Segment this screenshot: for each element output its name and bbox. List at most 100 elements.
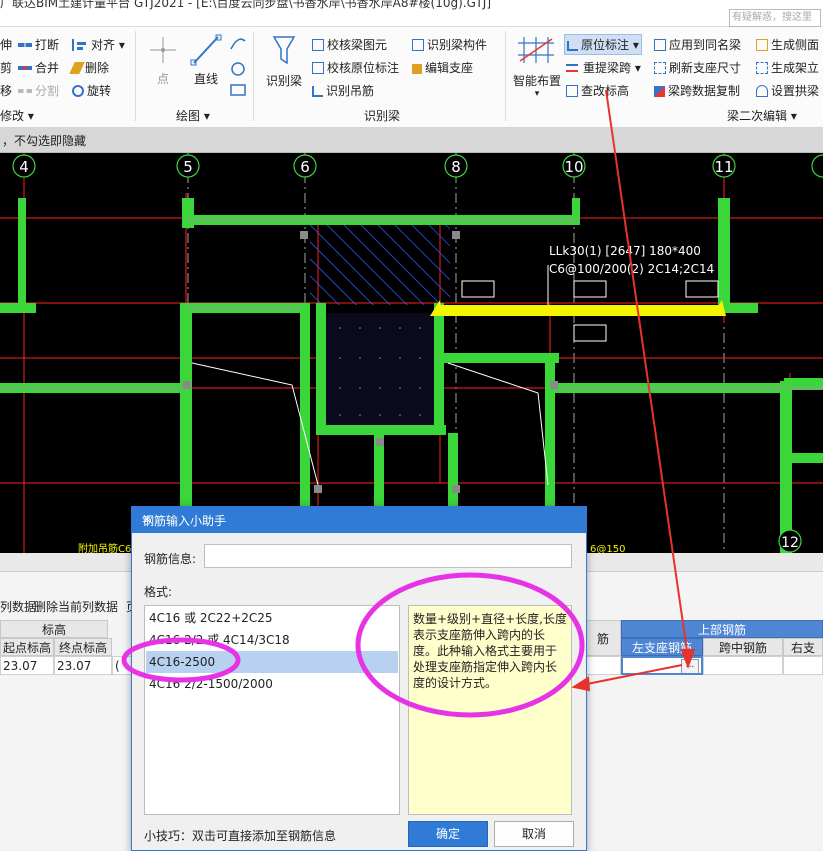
secondary-edit-group-label: 梁二次编辑 ▾ [727,109,797,123]
right-support-rebar-cell[interactable] [783,656,823,675]
origin-mark-icon [567,41,578,51]
info-bar-text: ，不勾选即隐藏 [2,134,87,148]
elevation-header: 标高 [0,620,108,638]
format-label: 格式: [144,585,173,599]
eraser-icon [69,62,85,74]
smart-layout-button[interactable]: 智能布置 ▾ [510,33,564,99]
origin-mark-button[interactable]: 原位标注 ▾ [564,34,642,55]
identify-beam-component-button[interactable]: 识别梁构件 [412,36,487,53]
copy-icon [654,86,665,97]
format-description: 数量+级别+直径+长度,长度表示支座筋伸入跨内的长度。此种输入格式主要用于处理支… [408,605,572,815]
component-icon [412,39,424,51]
set-arch-beam-button[interactable]: 设置拱梁 [756,82,819,99]
identify-group-label: 识别梁 [364,109,401,123]
format-list-item[interactable]: 4C16 2/2-1500/2000 [146,673,398,695]
left-support-rebar-cell[interactable]: ... [621,656,703,675]
draw-group-label: 绘图 ▾ [176,109,210,123]
rebar-header: 筋 [585,620,621,656]
axis-label: 5 [183,158,193,176]
axis-label: 4 [19,158,29,176]
end-elevation-header: 终点标高 [54,638,112,656]
axis-label: 11 [714,158,733,176]
cad-drawing-canvas[interactable]: 4 5 6 8 10 11 12 LLk30(1) [2647] 180*400… [0,153,823,553]
check-elevation-button[interactable]: 查改标高 [566,82,629,99]
ribbon-toolbar: 伸 打断 对齐 ▾ 剪 合并 删除 移 分割 旋转 修改 ▾ 点 直线 绘图 ▾… [0,27,823,128]
right-support-rebar-header: 右支 [783,638,823,656]
rebar-info-input[interactable] [204,544,572,568]
stretch-button[interactable]: 伸 [0,36,12,53]
top-rebar-header: 上部钢筋 [621,620,823,638]
move-button[interactable]: 移 [0,82,12,99]
end-elevation-cell[interactable]: 23.07 [54,656,112,675]
ellipsis-button[interactable]: ... [681,659,699,673]
align-button[interactable]: 对齐 ▾ [72,36,125,53]
split-button[interactable]: 分割 [18,82,59,99]
format-list[interactable]: 4C16 或 2C22+2C25 4C16 2/2 或 4C14/3C18 4C… [144,605,400,815]
hanger-icon [312,86,323,97]
generate-frame-button[interactable]: 生成架立 [756,59,819,76]
rotate-button[interactable]: 旋转 [72,82,111,99]
window-title: 广联达BIM土建计量平台 GTJ2021 - [E:\百度云同步盘\书香水岸\书… [0,0,492,10]
ok-button[interactable]: 确定 [408,821,488,847]
merge-icon [18,66,32,70]
merge-button[interactable]: 合并 [18,59,59,76]
format-list-item[interactable]: 4C16 或 2C22+2C25 [146,607,398,629]
line-button[interactable]: 直线 [190,33,222,87]
mid-span-rebar-header: 跨中钢筋 [703,638,783,656]
check-beam-element-button[interactable]: 校核梁图元 [312,36,387,53]
check-origin-mark-button[interactable]: 校核原位标注 [312,59,399,76]
edit-icon [412,64,422,74]
start-elevation-header: 起点标高 [0,638,54,656]
check-icon [312,39,324,51]
ribbon-separator [505,31,506,121]
next-cell[interactable]: ( [112,656,132,675]
align-icon [72,39,88,51]
apply-same-name-button[interactable]: 应用到同名梁 [654,36,741,53]
rebar-cell[interactable] [585,656,621,675]
lift-span-button[interactable]: 重提梁跨 ▾ [566,59,641,76]
info-bar: ，不勾选即隐藏 [0,128,823,153]
arc-tools-icons[interactable] [228,33,248,99]
frame-icon [756,62,768,74]
axis-label: 6 [300,158,310,176]
refresh-support-button[interactable]: 刷新支座尺寸 [654,59,741,76]
help-search-input[interactable]: 有疑解惑，搜这里 [729,9,821,27]
beam-annotation-rebar: C6@100/200(2) 2C14;2C14 [549,262,714,276]
ribbon-separator [135,31,136,121]
edit-support-button[interactable]: 编辑支座 [412,59,473,76]
side-icon [756,39,768,51]
rotate-icon [72,85,84,97]
format-list-item-selected[interactable]: 4C16-2500 [146,651,398,673]
start-elevation-cell[interactable]: 23.07 [0,656,54,675]
canvas-note-right: 6@150 [590,544,625,553]
rebar-input-helper-dialog: 钢筋输入小助手 × 钢筋信息: 格式: 4C16 或 2C22+2C25 4C1… [131,506,587,851]
point-button[interactable]: 点 [148,33,178,87]
modify-group-label: 修改 ▾ [0,109,34,123]
identify-beam-icon [272,36,296,65]
split-icon [18,89,32,93]
apply-icon [654,39,666,51]
cancel-button[interactable]: 取消 [494,821,574,847]
format-list-item[interactable]: 4C16 2/2 或 4C14/3C18 [146,629,398,651]
copy-column-data-button[interactable]: 列数据 [0,598,36,615]
generate-side-button[interactable]: 生成侧面 [756,36,819,53]
rebar-info-label: 钢筋信息: [144,552,197,566]
smart-layout-icon [518,37,554,63]
mid-span-rebar-cell[interactable] [703,656,783,675]
dialog-title-bar[interactable]: 钢筋输入小助手 × [132,507,586,533]
ribbon-separator [253,31,254,121]
refresh-icon [654,62,666,74]
elevation-icon [566,85,578,97]
break-button[interactable]: 打断 [18,36,59,53]
axis-label: 8 [451,158,461,176]
lift-span-icon [566,62,580,74]
axis-label: 10 [564,158,583,176]
trim-button[interactable]: 剪 [0,59,12,76]
span-data-copy-button[interactable]: 梁跨数据复制 [654,82,740,99]
delete-button[interactable]: 删除 [69,59,109,76]
check-icon [312,62,324,74]
close-icon[interactable]: × [142,512,578,526]
identify-hanger-button[interactable]: 识别吊筋 [312,82,374,99]
delete-column-data-button[interactable]: 删除当前列数据 [34,598,118,615]
identify-beam-button[interactable]: 识别梁 [262,33,306,89]
